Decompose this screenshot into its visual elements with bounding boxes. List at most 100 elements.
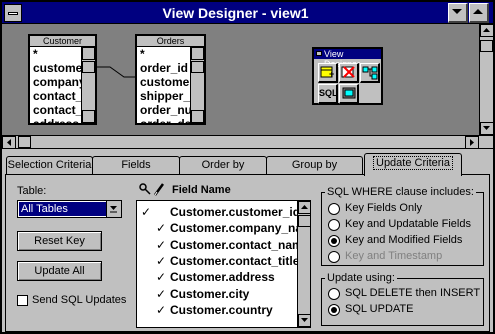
where-radio-0[interactable] bbox=[328, 203, 340, 215]
update-using-radio-1[interactable] bbox=[328, 304, 340, 316]
minimize-icon bbox=[452, 9, 462, 14]
system-menu-icon[interactable] bbox=[4, 4, 22, 22]
scroll-thumb[interactable] bbox=[82, 61, 95, 73]
scroll-down-icon[interactable] bbox=[82, 110, 95, 123]
updatable-checkmark-icon[interactable]: ✓ bbox=[156, 302, 166, 318]
scroll-up-icon[interactable] bbox=[480, 24, 493, 37]
update-using-group: Update using: bbox=[321, 272, 484, 326]
table-field-row[interactable]: contact_name bbox=[30, 89, 81, 103]
where-radio-2[interactable] bbox=[328, 235, 340, 247]
orders-field-list[interactable]: *order_idcustomer_idshipper_idorder_numb… bbox=[137, 47, 190, 123]
table-field-row[interactable]: * bbox=[30, 47, 81, 61]
where-option-label[interactable]: Key and Updatable Fields bbox=[345, 218, 471, 230]
customer-scrollbar[interactable] bbox=[81, 47, 95, 123]
field-row[interactable]: ✓ Customer.contact_name bbox=[137, 237, 297, 253]
field-row[interactable]: ✓ Customer.contact_title bbox=[137, 253, 297, 269]
where-radio-1[interactable] bbox=[328, 219, 340, 231]
customer-field-list[interactable]: *customer_idcompany_namecontact_namecont… bbox=[30, 47, 81, 123]
field-list-scrollbar[interactable] bbox=[297, 201, 310, 327]
customer-table-box[interactable]: Customer *customer_idcompany_namecontact… bbox=[28, 34, 97, 125]
where-radio-3[interactable] bbox=[328, 251, 340, 263]
remove-table-button[interactable] bbox=[339, 63, 359, 83]
table-combobox[interactable]: All Tables bbox=[17, 200, 122, 218]
customer-table-caption[interactable]: Customer bbox=[30, 36, 95, 47]
table-canvas[interactable]: Customer *customer_idcompany_namecontact… bbox=[2, 24, 479, 135]
update-using-option-label[interactable]: SQL UPDATE bbox=[345, 303, 413, 315]
table-field-row[interactable]: order_date bbox=[137, 117, 190, 123]
updatable-checkmark-icon[interactable]: ✓ bbox=[156, 220, 166, 236]
scroll-thumb[interactable] bbox=[18, 136, 31, 148]
table-field-row[interactable]: shipper_id bbox=[137, 89, 190, 103]
title-bar[interactable]: View Designer - view1 bbox=[2, 2, 493, 24]
where-option-label[interactable]: Key and Modified Fields bbox=[345, 234, 462, 246]
maximize-button[interactable] bbox=[469, 3, 489, 23]
table-field-row[interactable]: * bbox=[137, 47, 190, 61]
add-table-icon: + bbox=[320, 66, 334, 79]
table-field-row[interactable]: address bbox=[30, 117, 81, 123]
where-option-label[interactable]: Key and Timestamp bbox=[345, 250, 442, 262]
tab-fields[interactable]: Fields bbox=[92, 156, 180, 175]
view-output-icon bbox=[342, 87, 355, 99]
update-field-list[interactable]: ✓ Customer.customer_id ✓ Customer.company_n… bbox=[136, 200, 311, 328]
updatable-checkmark-icon[interactable]: ✓ bbox=[156, 237, 166, 253]
tab-selection-criteria[interactable]: Selection Criteria bbox=[6, 156, 93, 175]
update-all-button[interactable]: Update All bbox=[17, 261, 102, 281]
table-field-row[interactable]: customer_id bbox=[30, 61, 81, 75]
field-row[interactable]: ✓ Customer.customer_id bbox=[137, 204, 297, 220]
orders-table-caption[interactable]: Orders bbox=[137, 36, 204, 47]
field-row[interactable]: ✓ Customer.city bbox=[137, 286, 297, 302]
send-sql-updates-checkbox[interactable] bbox=[17, 295, 28, 306]
field-row[interactable]: ✓ Customer.address bbox=[137, 269, 297, 285]
scroll-right-icon[interactable] bbox=[465, 136, 479, 149]
table-field-row[interactable]: company_name bbox=[30, 75, 81, 89]
table-field-row[interactable]: customer_id bbox=[137, 75, 190, 89]
dropdown-arrow-icon[interactable] bbox=[106, 201, 121, 217]
canvas-vertical-scrollbar[interactable] bbox=[479, 24, 493, 135]
field-row[interactable]: ✓ Customer.company_name bbox=[137, 220, 297, 236]
send-sql-updates-label[interactable]: Send SQL Updates bbox=[32, 294, 126, 306]
scroll-thumb[interactable] bbox=[298, 215, 310, 227]
view-designer-toolbar[interactable]: View Designer + SQL bbox=[312, 47, 383, 105]
scroll-down-icon[interactable] bbox=[191, 110, 204, 123]
sql-button[interactable]: SQL bbox=[318, 84, 338, 104]
updatable-checkmark-icon[interactable]: ✓ bbox=[156, 253, 166, 269]
remove-table-icon bbox=[341, 66, 355, 78]
update-using-option-label[interactable]: SQL DELETE then INSERT bbox=[345, 287, 480, 299]
field-row[interactable]: ✓ Customer.country bbox=[137, 302, 297, 318]
scroll-up-icon[interactable] bbox=[82, 47, 95, 60]
orders-table-box[interactable]: Orders *order_idcustomer_idshipper_idord… bbox=[135, 34, 206, 125]
toolbar-caption[interactable]: View Designer bbox=[314, 49, 381, 69]
update-using-radio-0[interactable] bbox=[328, 288, 340, 300]
pencil-icon bbox=[153, 183, 165, 196]
join-button[interactable] bbox=[360, 63, 380, 83]
reset-key-button[interactable]: Reset Key bbox=[17, 231, 102, 251]
add-table-button[interactable]: + bbox=[318, 63, 338, 83]
scroll-thumb[interactable] bbox=[191, 61, 204, 73]
where-option-label[interactable]: Key Fields Only bbox=[345, 202, 422, 214]
updatable-checkmark-icon[interactable]: ✓ bbox=[156, 286, 166, 302]
table-field-row[interactable]: order_number bbox=[137, 103, 190, 117]
updatable-checkmark-icon[interactable]: ✓ bbox=[156, 269, 166, 285]
scroll-left-icon[interactable] bbox=[2, 136, 16, 149]
table-field-row[interactable]: contact_title bbox=[30, 103, 81, 117]
maximize-icon bbox=[473, 9, 483, 14]
canvas-horizontal-scrollbar[interactable] bbox=[2, 135, 493, 149]
tab-group-by[interactable]: Group by bbox=[266, 156, 363, 175]
view-output-button[interactable] bbox=[339, 84, 359, 104]
scroll-down-icon[interactable] bbox=[298, 314, 310, 327]
tab-order-by[interactable]: Order by bbox=[179, 156, 267, 175]
scroll-up-icon[interactable] bbox=[298, 201, 310, 214]
toolbar-close-icon[interactable] bbox=[316, 51, 322, 56]
scroll-thumb[interactable] bbox=[480, 40, 493, 52]
field-name: Customer.contact_name bbox=[170, 237, 297, 252]
scroll-down-icon[interactable] bbox=[480, 122, 493, 135]
scroll-up-icon[interactable] bbox=[191, 47, 204, 60]
minimize-button[interactable] bbox=[448, 3, 468, 23]
key-checkmark-icon[interactable]: ✓ bbox=[141, 204, 151, 220]
field-name-header: Field Name bbox=[172, 184, 231, 196]
update-using-title: Update using: bbox=[325, 272, 397, 284]
orders-scrollbar[interactable] bbox=[190, 47, 204, 123]
table-field-row[interactable]: order_id bbox=[137, 61, 190, 75]
field-name: Customer.company_name bbox=[170, 221, 297, 236]
tab-update-criteria[interactable]: Update Criteria bbox=[364, 153, 462, 176]
